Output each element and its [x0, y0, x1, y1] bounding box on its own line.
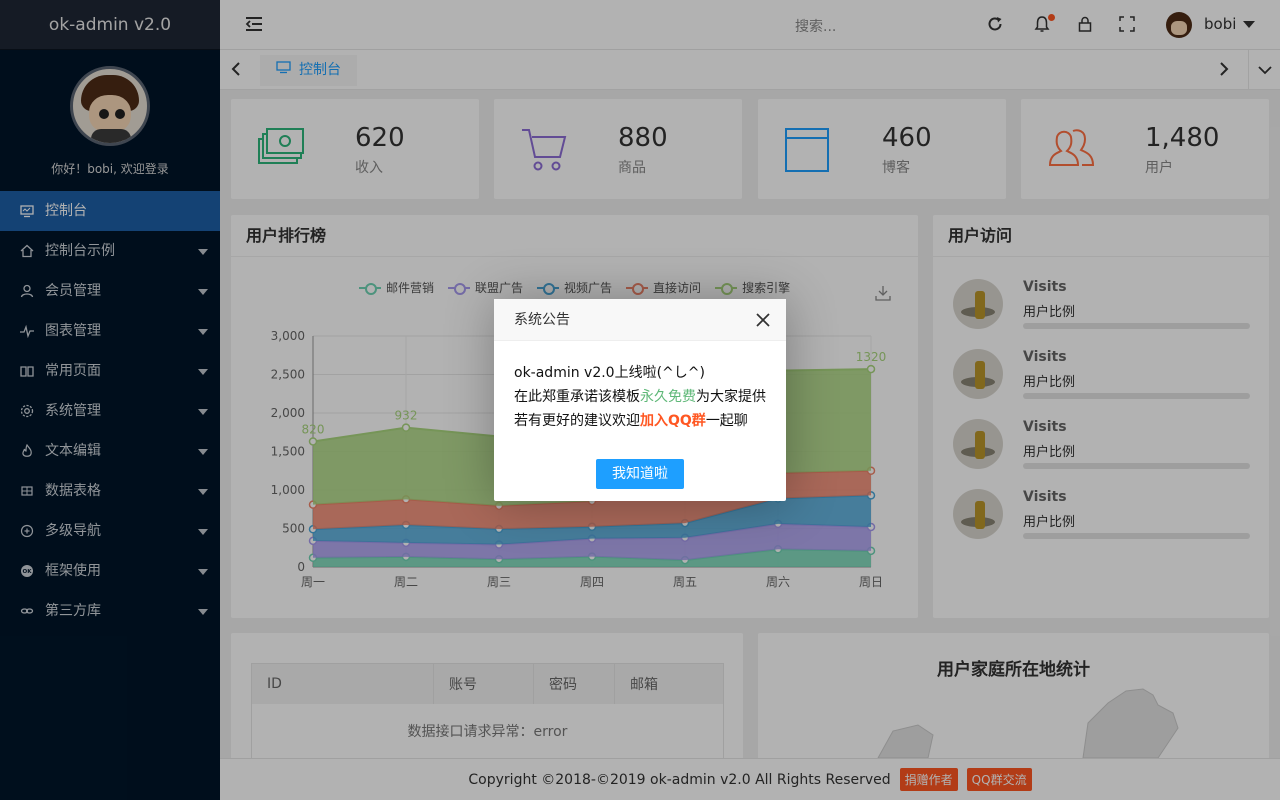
dialog-title: 系统公告 [494, 299, 786, 341]
highlight-free: 永久免费 [640, 389, 696, 405]
dialog-line: 若有更好的建议欢迎加入QQ群一起聊 [514, 413, 748, 429]
dialog-body: ok-admin v2.0上线啦(^し^) 在此郑重承诺该模板永久免费为大家提供… [494, 341, 786, 433]
highlight-join-qq[interactable]: 加入QQ群 [640, 413, 706, 429]
close-icon[interactable] [756, 313, 770, 327]
dialog-line: ok-admin v2.0上线啦(^し^) [514, 365, 705, 381]
acknowledge-button[interactable]: 我知道啦 [596, 459, 684, 489]
dialog-line: 在此郑重承诺该模板永久免费为大家提供 [514, 389, 766, 405]
announcement-dialog: 系统公告 ok-admin v2.0上线啦(^し^) 在此郑重承诺该模板永久免费… [494, 299, 786, 501]
